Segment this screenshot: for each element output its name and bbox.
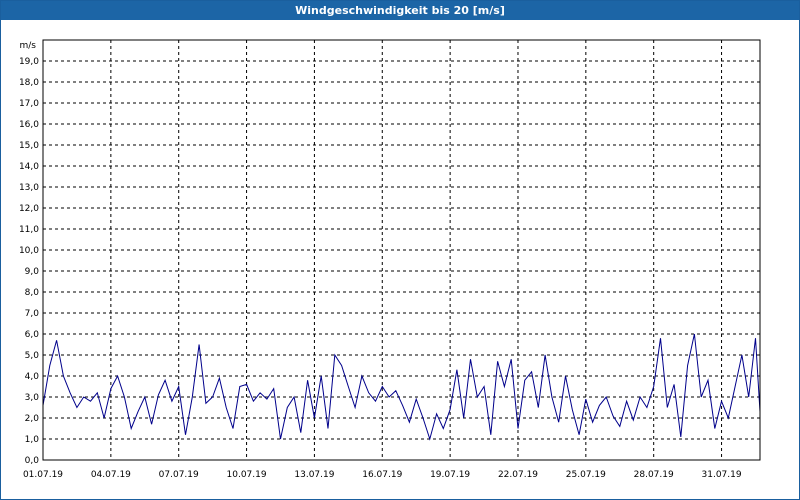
y-tick-label: 8,0 — [25, 288, 40, 298]
x-tick-label: 01.07.19 — [23, 470, 63, 480]
x-tick-label: 10.07.19 — [227, 470, 267, 480]
x-tick-label: 25.07.19 — [566, 470, 606, 480]
y-tick-label: 16,0 — [19, 120, 39, 130]
x-tick-label: 16.07.19 — [362, 470, 402, 480]
y-tick-label: 6,0 — [25, 330, 40, 340]
x-tick-label: 19.07.19 — [430, 470, 470, 480]
y-tick-label: 17,0 — [19, 99, 39, 109]
x-tick-label: 07.07.19 — [159, 470, 199, 480]
y-tick-label: 7,0 — [25, 309, 40, 319]
y-tick-label: 15,0 — [19, 141, 39, 151]
y-tick-label: 18,0 — [19, 78, 39, 88]
y-tick-label: 19,0 — [19, 57, 39, 67]
y-tick-label: 2,0 — [25, 414, 40, 424]
y-tick-label: 11,0 — [19, 225, 39, 235]
x-tick-label: 13.07.19 — [294, 470, 334, 480]
y-tick-label: 13,0 — [19, 183, 39, 193]
y-tick-label: 14,0 — [19, 162, 39, 172]
x-tick-label: 28.07.19 — [634, 470, 674, 480]
y-tick-label: 12,0 — [19, 204, 39, 214]
y-tick-label: 9,0 — [25, 267, 40, 277]
x-tick-label: 04.07.19 — [91, 470, 131, 480]
y-axis-unit-label: m/s — [20, 41, 37, 51]
y-tick-label: 5,0 — [25, 351, 40, 361]
y-tick-label: 0,0 — [25, 456, 40, 466]
y-tick-label: 4,0 — [25, 372, 40, 382]
y-tick-labels: 0,0 1,0 2,0 3,0 4,0 5,0 6,0 7,0 8,0 9,0 10,0 11,0 12… — [19, 57, 39, 466]
plot-area — [43, 40, 760, 460]
x-tick-label: 22.07.19 — [498, 470, 538, 480]
y-tick-label: 1,0 — [25, 435, 40, 445]
x-tick-label: 31.07.19 — [702, 470, 742, 480]
x-tick-labels: 01.07.19 04.07.19 07.07.19 10.07.19 13.07.19… — [23, 470, 742, 480]
y-tick-label: 10,0 — [19, 246, 39, 256]
chart-canvas: m/s 0,0 1,0 2,0 3,0 4,0 5,0 6,0 7,0 8,0 9,0 10,0 11… — [19, 39, 761, 480]
y-tick-label: 3,0 — [25, 393, 40, 403]
